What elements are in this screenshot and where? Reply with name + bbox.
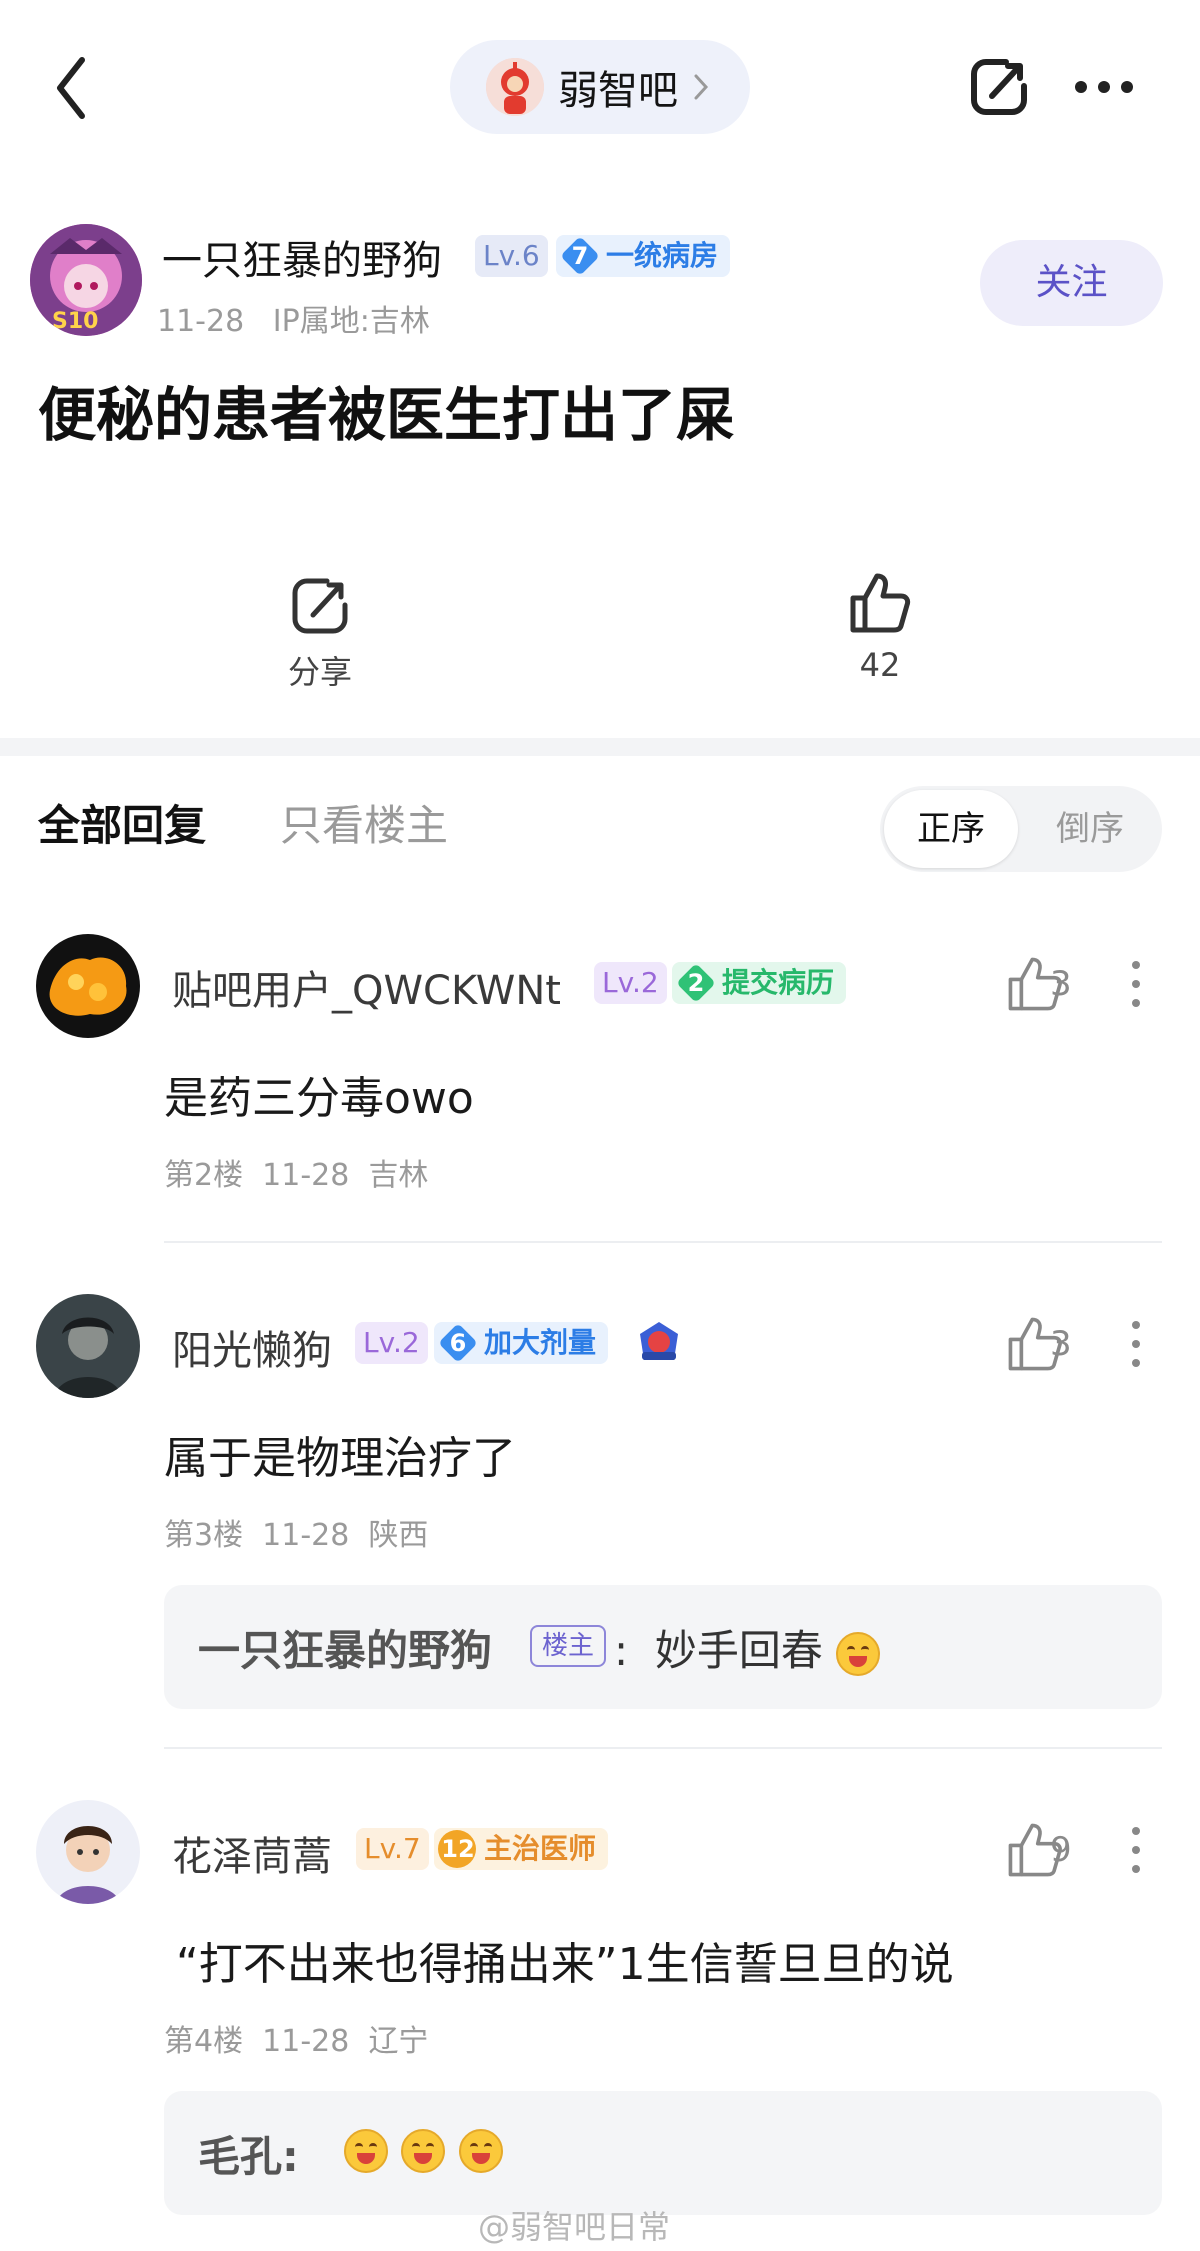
tab-all-replies[interactable]: 全部回复: [38, 792, 206, 853]
author-avatar[interactable]: S10: [30, 224, 142, 336]
host-tag: 楼主: [530, 1625, 607, 1667]
forum-entry-button[interactable]: 弱智吧: [450, 40, 750, 134]
reply-text: : 妙手回春: [614, 1617, 881, 1678]
like-count: 42: [859, 646, 901, 684]
comment-text: “打不出来也得捅出来”1生信誓旦旦的说: [176, 1939, 954, 1990]
comment-text: 属于是物理治疗了: [164, 1433, 516, 1484]
more-icon[interactable]: [1074, 80, 1134, 94]
honor-badge: 6 加大剂量: [434, 1322, 609, 1364]
post-meta: 11-28 IP属地:吉林: [157, 304, 430, 339]
laugh-emoji-icon: [401, 2128, 446, 2173]
chevron-right-icon: [694, 74, 709, 100]
author-name[interactable]: 一只狂暴的野狗: [162, 228, 442, 286]
avatar[interactable]: [36, 934, 140, 1038]
like-count: 9: [1050, 1830, 1072, 1870]
level-badge: Lv.2: [594, 962, 667, 1004]
sub-reply[interactable]: 一只狂暴的野狗 楼主 : 妙手回春: [164, 1585, 1162, 1709]
comment-username[interactable]: 花泽茼蒿: [172, 1824, 332, 1882]
more-vertical-icon[interactable]: [1130, 959, 1142, 1009]
comment-divider: [164, 1241, 1162, 1243]
top-bar: 弱智吧: [0, 0, 1200, 175]
watermark: @弱智吧日常: [478, 2208, 671, 2246]
tab-owner-only[interactable]: 只看楼主: [280, 792, 448, 853]
reply-emojis: [344, 2123, 503, 2173]
avatar[interactable]: [36, 1294, 140, 1398]
follow-button[interactable]: 关注: [980, 240, 1163, 326]
section-divider: [0, 738, 1200, 756]
level-badge: Lv.7: [356, 1828, 429, 1870]
like-action[interactable]: 42: [830, 570, 930, 684]
sort-descending-button[interactable]: 倒序: [1022, 790, 1158, 868]
svg-text:S10: S10: [52, 309, 98, 334]
avatar[interactable]: [36, 1800, 140, 1904]
share-label: 分享: [287, 653, 352, 691]
reply-username[interactable]: 毛孔:: [198, 2123, 299, 2184]
post-title: 便秘的患者被医生打出了屎: [38, 381, 735, 449]
share-icon: [292, 578, 348, 634]
sort-ascending-button[interactable]: 正序: [884, 790, 1018, 868]
more-vertical-icon[interactable]: [1130, 1825, 1142, 1875]
comment-meta: 第3楼 11-28 陕西: [164, 1518, 429, 1553]
more-vertical-icon[interactable]: [1130, 1319, 1142, 1369]
comment-meta: 第2楼 11-28 吉林: [164, 1158, 429, 1193]
comment-text: 是药三分毒owo: [164, 1073, 474, 1124]
laugh-emoji-icon: [344, 2128, 388, 2173]
level-badge: Lv.2: [355, 1322, 428, 1364]
back-icon[interactable]: [48, 52, 96, 124]
honor-badge: 2 提交病历: [672, 962, 847, 1004]
grin-emoji-icon: [836, 1631, 881, 1676]
laugh-emoji-icon: [458, 2128, 503, 2173]
honor-badge: 7 一统病房: [556, 235, 731, 277]
like-count: 3: [1050, 1324, 1072, 1364]
comment-username[interactable]: 阳光懒狗: [172, 1318, 332, 1376]
forum-avatar: [486, 58, 544, 116]
share-action[interactable]: 分享: [270, 575, 370, 693]
level-badge: Lv.6: [475, 235, 548, 277]
honor-badge: 12 主治医师: [434, 1828, 609, 1870]
share-icon[interactable]: [968, 56, 1030, 118]
forum-name: 弱智吧: [558, 68, 678, 114]
rank-medal-icon: [640, 1322, 678, 1360]
comment-username[interactable]: 贴吧用户_QWCKWNt: [172, 958, 561, 1016]
sub-reply[interactable]: 毛孔:: [164, 2091, 1162, 2215]
comment-meta: 第4楼 11-28 辽宁: [164, 2024, 429, 2059]
sort-toggle: 正序 倒序: [880, 786, 1162, 872]
like-count: 3: [1050, 964, 1072, 1004]
reply-username[interactable]: 一只狂暴的野狗: [198, 1617, 492, 1678]
thumbs-up-icon: [850, 573, 911, 633]
comment-divider: [164, 1747, 1162, 1749]
